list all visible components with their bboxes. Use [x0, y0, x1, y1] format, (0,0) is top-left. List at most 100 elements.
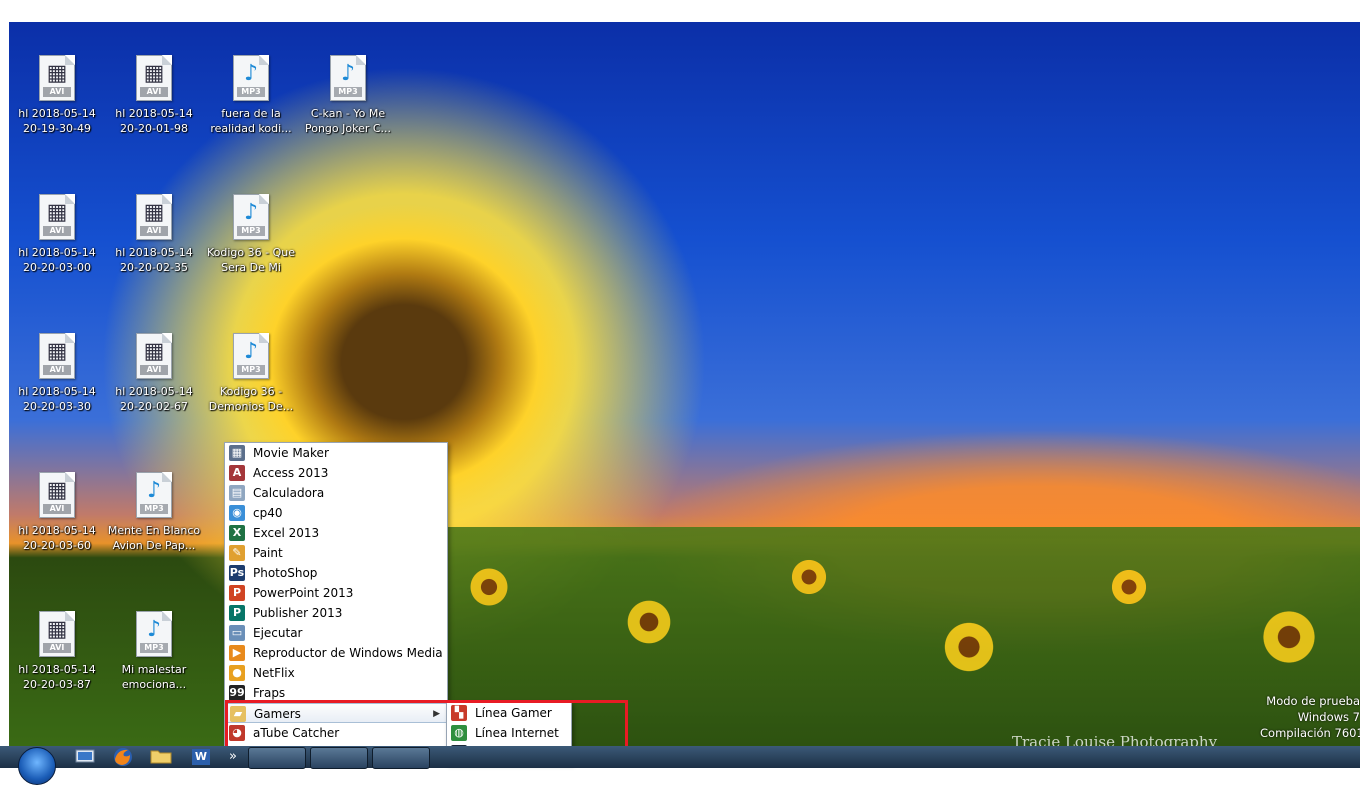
- desktop-icon[interactable]: ♪ MP3 Kodigo 36 - Demonios De...: [204, 333, 298, 414]
- menu-item-excel-2013[interactable]: X Excel 2013: [225, 523, 447, 543]
- desktop-icon-label: C-kan - Yo Me Pongo Joker C...: [304, 107, 392, 135]
- taskbar-app-button-1[interactable]: [248, 747, 306, 769]
- menu-item-label: NetFlix: [253, 666, 295, 680]
- mp3-file-icon: ♪ MP3: [136, 611, 172, 657]
- paint-icon: ✎: [229, 545, 245, 561]
- watermark-line2: Windows 7: [1297, 710, 1360, 724]
- desktop-icon-label: hl 2018-05-14 20-20-03-30: [18, 385, 96, 413]
- mp3-file-icon: ♪ MP3: [233, 333, 269, 379]
- file-type-label: AVI: [43, 87, 71, 97]
- mp3-file-icon: ♪ MP3: [330, 55, 366, 101]
- mp3-file-icon: ♪ MP3: [136, 472, 172, 518]
- access-icon: A: [229, 465, 245, 481]
- menu-item-access-2013[interactable]: A Access 2013: [225, 463, 447, 483]
- file-type-label: AVI: [140, 87, 168, 97]
- desktop-icon[interactable]: ▦ AVI hl 2018-05-14 20-20-03-00: [10, 194, 104, 275]
- word-icon[interactable]: W: [186, 747, 216, 767]
- avi-file-icon: ▦ AVI: [136, 55, 172, 101]
- menu-item-cp40[interactable]: ◉ cp40: [225, 503, 447, 523]
- menu-item-paint[interactable]: ✎ Paint: [225, 543, 447, 563]
- menu-item-movie-maker[interactable]: ▦ Movie Maker: [225, 443, 447, 463]
- desktop-icon-label: hl 2018-05-14 20-19-30-49: [18, 107, 96, 135]
- fraps-icon: 99: [229, 685, 245, 701]
- taskbar-app-button-2[interactable]: [310, 747, 368, 769]
- explorer-icon[interactable]: [72, 747, 98, 767]
- desktop-icon-label: hl 2018-05-14 20-20-01-98: [115, 107, 193, 135]
- file-type-label: MP3: [140, 643, 168, 653]
- avi-file-icon: ▦ AVI: [39, 194, 75, 240]
- desktop-icon[interactable]: ▦ AVI hl 2018-05-14 20-20-03-30: [10, 333, 104, 414]
- desktop-icon[interactable]: ▦ AVI hl 2018-05-14 20-20-02-67: [107, 333, 201, 414]
- avi-file-icon: ▦ AVI: [136, 333, 172, 379]
- avi-file-icon: ▦ AVI: [39, 333, 75, 379]
- menu-item-photoshop[interactable]: Ps PhotoShop: [225, 563, 447, 583]
- desktop-icon-label: Mente En Blanco Avion De Pap...: [107, 524, 201, 552]
- start-button[interactable]: [18, 747, 56, 785]
- desktop-icon[interactable]: ♪ MP3 C-kan - Yo Me Pongo Joker C...: [301, 55, 395, 136]
- excel-icon: X: [229, 525, 245, 541]
- desktop-icon-label: fuera de la realidad kodi...: [210, 107, 292, 135]
- desktop-icon-label: hl 2018-05-14 20-20-03-00: [18, 246, 96, 274]
- menu-item-powerpoint-2013[interactable]: P PowerPoint 2013: [225, 583, 447, 603]
- desktop-icon-label: Kodigo 36 - Que Sera De Mi: [207, 246, 295, 274]
- menu-item-label: Publisher 2013: [253, 606, 343, 620]
- avi-file-icon: ▦ AVI: [39, 611, 75, 657]
- desktop-icon[interactable]: ♪ MP3 Kodigo 36 - Que Sera De Mi: [204, 194, 298, 275]
- menu-item-publisher-2013[interactable]: P Publisher 2013: [225, 603, 447, 623]
- menu-item-label: PowerPoint 2013: [253, 586, 354, 600]
- menu-item-label: Movie Maker: [253, 446, 329, 460]
- file-type-label: MP3: [140, 504, 168, 514]
- run-icon: ▭: [229, 625, 245, 641]
- menu-item-reproductor-de-windows-media[interactable]: ▶ Reproductor de Windows Media: [225, 643, 447, 663]
- desktop-icon[interactable]: ♪ MP3 Mi malestar emociona...: [107, 611, 201, 692]
- file-type-label: MP3: [334, 87, 362, 97]
- movie-maker-icon: ▦: [229, 445, 245, 461]
- taskbar-app-button-3[interactable]: [372, 747, 430, 769]
- watermark-line3: Compilación 7601: [1260, 726, 1360, 740]
- desktop-icon-label: hl 2018-05-14 20-20-03-87: [18, 663, 96, 691]
- desktop-icon[interactable]: ♪ MP3 fuera de la realidad kodi...: [204, 55, 298, 136]
- menu-item-ejecutar[interactable]: ▭ Ejecutar: [225, 623, 447, 643]
- menu-item-label: cp40: [253, 506, 283, 520]
- desktop-icon[interactable]: ▦ AVI hl 2018-05-14 20-19-30-49: [10, 55, 104, 136]
- avi-file-icon: ▦ AVI: [136, 194, 172, 240]
- cp40-icon: ◉: [229, 505, 245, 521]
- desktop-icon-label: hl 2018-05-14 20-20-02-35: [115, 246, 193, 274]
- file-type-label: AVI: [43, 643, 71, 653]
- file-type-label: AVI: [140, 226, 168, 236]
- watermark-line1: Modo de prueba: [1266, 694, 1360, 708]
- desktop-icon-label: Kodigo 36 - Demonios De...: [208, 385, 294, 413]
- mp3-file-icon: ♪ MP3: [233, 55, 269, 101]
- menu-item-netflix[interactable]: ● NetFlix: [225, 663, 447, 683]
- desktop-icon[interactable]: ▦ AVI hl 2018-05-14 20-20-01-98: [107, 55, 201, 136]
- folder-icon[interactable]: [146, 747, 176, 767]
- file-type-label: AVI: [43, 365, 71, 375]
- taskbar: » W: [0, 746, 1360, 769]
- menu-item-calculadora[interactable]: ▤ Calculadora: [225, 483, 447, 503]
- netflix-icon: ●: [229, 665, 245, 681]
- file-type-label: MP3: [237, 226, 265, 236]
- menu-item-label: Ejecutar: [253, 626, 303, 640]
- firefox-icon[interactable]: [108, 747, 138, 767]
- calculator-icon: ▤: [229, 485, 245, 501]
- avi-file-icon: ▦ AVI: [39, 55, 75, 101]
- windows-media-icon: ▶: [229, 645, 245, 661]
- file-type-label: AVI: [140, 365, 168, 375]
- file-type-label: AVI: [43, 226, 71, 236]
- desktop-icon-label: hl 2018-05-14 20-20-02-67: [115, 385, 193, 413]
- desktop-icon[interactable]: ▦ AVI hl 2018-05-14 20-20-03-60: [10, 472, 104, 553]
- test-mode-watermark: Modo de prueba Windows 7 Compilación 760…: [1260, 693, 1360, 741]
- desktop-icon-label: Mi malestar emociona...: [121, 663, 187, 691]
- menu-item-label: Paint: [253, 546, 283, 560]
- file-type-label: MP3: [237, 365, 265, 375]
- desktop-icon[interactable]: ▦ AVI hl 2018-05-14 20-20-03-87: [10, 611, 104, 692]
- file-type-label: AVI: [43, 504, 71, 514]
- menu-item-label: Reproductor de Windows Media: [253, 646, 443, 660]
- desktop-icon-label: hl 2018-05-14 20-20-03-60: [18, 524, 96, 552]
- taskbar-chevron[interactable]: »: [226, 747, 240, 767]
- menu-item-label: Calculadora: [253, 486, 325, 500]
- file-type-label: MP3: [237, 87, 265, 97]
- desktop-icon[interactable]: ▦ AVI hl 2018-05-14 20-20-02-35: [107, 194, 201, 275]
- desktop-icon[interactable]: ♪ MP3 Mente En Blanco Avion De Pap...: [107, 472, 201, 553]
- mp3-file-icon: ♪ MP3: [233, 194, 269, 240]
